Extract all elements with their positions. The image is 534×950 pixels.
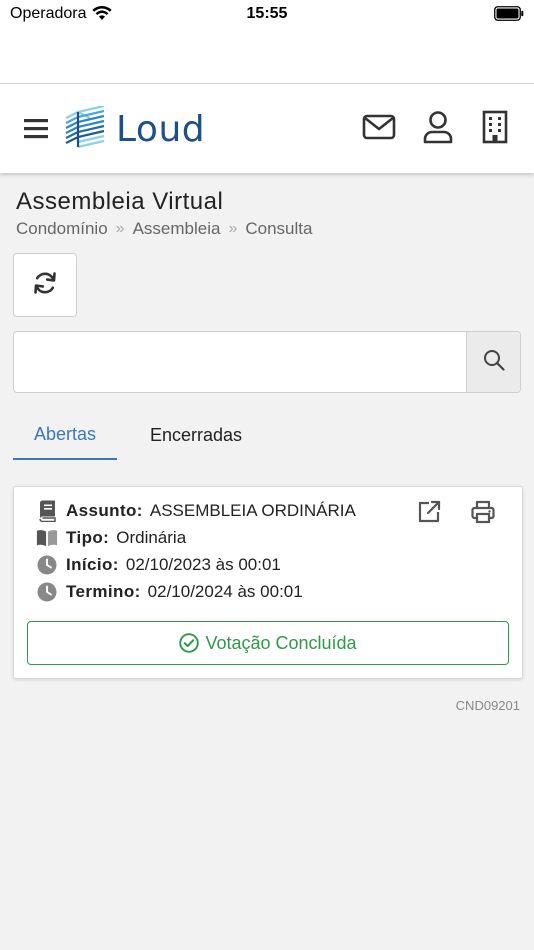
app-header: Loud	[0, 84, 534, 173]
inicio-label: Início:	[66, 555, 119, 574]
tipo-value: Ordinária	[116, 528, 187, 547]
open-book-icon	[36, 527, 58, 549]
termino-value: 02/10/2024 às 00:01	[147, 582, 303, 601]
print-icon[interactable]	[470, 499, 496, 530]
assunto-row: Assunto: ASSEMBLEIA ORDINÁRIA	[36, 499, 356, 523]
tab-encerradas[interactable]: Encerradas	[137, 410, 255, 460]
clock-icon	[36, 554, 58, 576]
open-external-icon[interactable]	[416, 499, 442, 530]
breadcrumb-item-condominio[interactable]: Condomínio	[16, 219, 108, 239]
page-code: CND09201	[455, 698, 520, 713]
search-box	[13, 331, 521, 393]
user-icon[interactable]	[422, 110, 454, 149]
book-icon	[36, 500, 58, 522]
refresh-icon	[32, 270, 58, 301]
assembly-card: Assunto: ASSEMBLEIA ORDINÁRIA Tipo: Ordi…	[13, 486, 523, 679]
clock-icon	[36, 581, 58, 603]
refresh-button[interactable]	[13, 253, 77, 317]
breadcrumb: Condomínio » Assembleia » Consulta	[16, 219, 312, 239]
breadcrumb-separator-icon: »	[115, 220, 125, 237]
assunto-label: Assunto:	[66, 501, 143, 520]
tipo-row: Tipo: Ordinária	[36, 526, 186, 550]
battery-icon	[494, 6, 524, 26]
page-title: Assembleia Virtual	[16, 188, 224, 215]
check-circle-icon	[179, 633, 200, 653]
mail-icon[interactable]	[362, 110, 396, 149]
assunto-value: ASSEMBLEIA ORDINÁRIA	[149, 501, 356, 520]
breadcrumb-item-assembleia[interactable]: Assembleia	[133, 219, 221, 239]
tabs: Abertas Encerradas	[13, 410, 521, 460]
tipo-label: Tipo:	[66, 528, 110, 547]
termino-row: Termino: 02/10/2024 às 00:01	[36, 580, 303, 604]
search-icon	[483, 349, 505, 376]
voting-status-button[interactable]: Votação Concluída	[27, 621, 509, 665]
search-input[interactable]	[14, 332, 468, 392]
breadcrumb-separator-icon: »	[228, 220, 238, 237]
inicio-row: Início: 02/10/2023 às 00:01	[36, 553, 281, 577]
inicio-value: 02/10/2023 às 00:01	[125, 555, 281, 574]
tab-abertas[interactable]: Abertas	[13, 410, 117, 460]
logo-mark-icon	[64, 104, 108, 153]
logo: Loud	[64, 104, 206, 153]
menu-icon[interactable]	[24, 118, 50, 140]
logo-text: Loud	[116, 108, 206, 150]
status-bar: Operadora 15:55	[0, 0, 534, 84]
breadcrumb-item-consulta: Consulta	[245, 219, 313, 238]
termino-label: Termino:	[66, 582, 141, 601]
clock-label: 15:55	[246, 5, 288, 22]
search-button[interactable]	[466, 332, 520, 392]
voting-status-label: Votação Concluída	[205, 632, 357, 653]
building-icon[interactable]	[481, 110, 511, 149]
